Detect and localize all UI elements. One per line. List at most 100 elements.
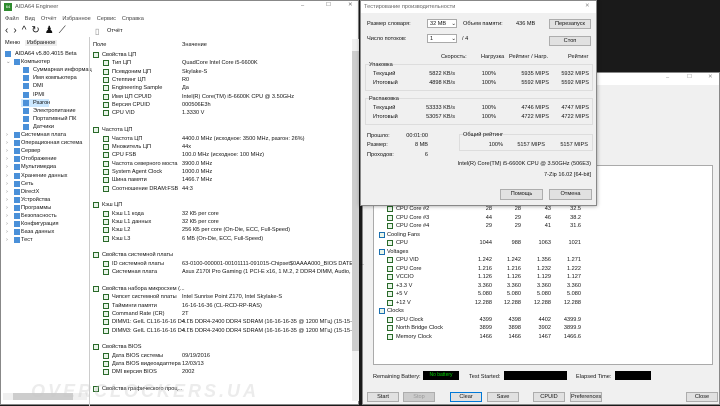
chevron-icon[interactable]: › <box>6 213 8 219</box>
field-name[interactable]: Кэш L1 кода <box>112 211 144 217</box>
chevron-icon[interactable]: › <box>6 189 8 195</box>
report-icon[interactable]: ▯ <box>95 27 99 36</box>
back-icon[interactable]: ‹ <box>5 25 8 36</box>
forward-icon[interactable]: › <box>13 25 16 36</box>
field-name[interactable]: Кэш L1 данных <box>112 219 151 225</box>
chevron-icon[interactable]: › <box>6 237 8 243</box>
field-name[interactable]: System Agent Clock <box>112 169 162 175</box>
menu-item[interactable]: Отчёт <box>41 16 57 22</box>
field-name[interactable]: Степпинг ЦП <box>112 77 146 83</box>
sensor-value: 1.127 <box>567 274 581 280</box>
up-icon[interactable]: ^ <box>22 25 27 36</box>
close-button[interactable]: Close <box>686 392 718 402</box>
sensor-value: 1467 <box>538 333 551 340</box>
cancel-button[interactable]: Отмена <box>549 189 592 200</box>
field-name[interactable]: CPU VID <box>112 110 135 116</box>
start-button[interactable]: Start <box>367 392 399 402</box>
cpuid-button[interactable]: CPUID <box>533 392 565 402</box>
field-name[interactable]: Дата BIOS системы <box>112 353 163 359</box>
chart-icon[interactable]: ⟋ <box>59 25 66 36</box>
menu-item[interactable]: Избранное <box>62 16 90 22</box>
column-header-value[interactable]: Значение <box>182 42 207 48</box>
chevron-icon[interactable]: › <box>6 140 8 146</box>
field-name[interactable]: Системная плата <box>112 269 157 275</box>
version-info: 7-Zip 16.02 [64-bit] <box>544 172 591 178</box>
chevron-icon[interactable]: › <box>6 181 8 187</box>
chevron-icon[interactable]: › <box>6 164 8 170</box>
menu-item[interactable]: Файл <box>5 16 19 22</box>
field-name[interactable]: Множитель ЦП <box>112 144 151 150</box>
save-button[interactable]: Save <box>487 392 519 402</box>
menu-item[interactable]: Сервис <box>97 16 116 22</box>
chevron-icon[interactable]: › <box>6 148 8 154</box>
minimize-icon[interactable]: – <box>666 75 669 81</box>
menu-item[interactable]: Справка <box>122 16 144 22</box>
tree-item[interactable] <box>1 82 89 90</box>
preferences-button[interactable]: Preferences <box>570 392 602 402</box>
tree-item-icon <box>23 99 29 106</box>
field-name[interactable]: Чипсет системной платы <box>112 294 177 300</box>
tree-item[interactable] <box>1 91 89 99</box>
stop-button[interactable]: Стоп <box>549 36 591 46</box>
sensor-name: +3.3 V <box>396 282 413 289</box>
row-value: 5822 KB/s <box>429 71 455 77</box>
tab-menu[interactable]: Меню <box>5 40 20 46</box>
maximize-icon[interactable]: ☐ <box>326 2 331 8</box>
field-name[interactable]: Имя ЦП CPUID <box>112 94 152 100</box>
report-button[interactable]: Отчёт <box>107 28 123 34</box>
close-icon[interactable]: ✕ <box>348 2 353 8</box>
field-name[interactable]: DIMM1: GeIL CL16-16-16 D4... <box>112 319 190 325</box>
field-name[interactable]: Версия CPUID <box>112 102 150 108</box>
field-name[interactable]: Тип ЦП <box>112 60 131 66</box>
sensor-value: 3.360 <box>507 282 521 289</box>
chevron-icon[interactable]: › <box>6 221 8 227</box>
tree-item-icon <box>23 83 29 90</box>
field-name[interactable]: Частота северного моста <box>112 161 177 167</box>
tree-item-icon <box>14 188 20 195</box>
close-icon[interactable]: ✕ <box>708 74 713 80</box>
field-name[interactable]: Кэш L3 <box>112 236 130 242</box>
user-icon[interactable]: ♟ <box>45 25 54 36</box>
field-name[interactable]: Частота ЦП <box>112 136 142 142</box>
field-name[interactable]: DMI версия BIOS <box>112 369 157 375</box>
chevron-icon[interactable]: › <box>6 197 8 203</box>
maximize-icon[interactable]: ☐ <box>687 74 692 80</box>
vertical-scrollbar[interactable] <box>352 39 359 401</box>
minimize-icon[interactable]: – <box>301 3 304 9</box>
threads-select[interactable]: 1 ⌄ <box>427 34 457 43</box>
chevron-icon[interactable]: › <box>6 132 8 138</box>
tree-item-icon <box>14 140 20 147</box>
field-name[interactable]: CPU FSB <box>112 152 136 158</box>
field-name[interactable]: ID системной платы <box>112 261 164 267</box>
chevron-icon[interactable]: › <box>6 173 8 179</box>
help-button[interactable]: Помощь <box>500 189 543 200</box>
sensor-icon <box>387 316 393 323</box>
close-icon[interactable]: ✕ <box>585 3 590 9</box>
tab-favorites[interactable]: Избранное <box>25 40 58 46</box>
field-name[interactable]: Дата BIOS видеоадаптера <box>112 361 181 367</box>
dictionary-size-select[interactable]: 32 MB ⌄ <box>427 19 457 28</box>
field-name[interactable]: Command Rate (CR) <box>112 311 165 317</box>
clear-button[interactable]: Clear <box>450 392 482 402</box>
chevron-icon[interactable]: › <box>6 205 8 211</box>
field-name[interactable]: Шина памяти <box>112 177 147 183</box>
menu-item[interactable]: Вид <box>25 16 35 22</box>
field-name[interactable]: Engineering Sample <box>112 85 162 91</box>
field-name[interactable]: DIMM3: GeIL CL16-16-16 D4... <box>112 328 190 334</box>
chevron-icon[interactable]: › <box>6 229 8 235</box>
stop-button[interactable]: Stop <box>403 392 435 402</box>
field-name[interactable]: Соотношение DRAM:FSB <box>112 186 178 192</box>
column-header-field[interactable]: Поле <box>93 42 106 48</box>
restart-button[interactable]: Перезапуск <box>549 19 591 29</box>
chevron-icon[interactable]: ⌄ <box>6 59 11 65</box>
unpack-title: Распаковка <box>369 96 399 102</box>
field-name[interactable]: Тайминги памяти <box>112 303 157 309</box>
tree-item-label: База данных <box>21 229 55 236</box>
chevron-icon[interactable]: › <box>6 156 8 162</box>
field-name[interactable]: Кэш L2 <box>112 227 130 233</box>
field-name[interactable]: Псевдоним ЦП <box>112 69 151 75</box>
refresh-icon[interactable]: ↻ <box>31 25 39 36</box>
tree-item-label: Отображение <box>21 156 57 163</box>
sensor-value: 12.288 <box>563 299 581 306</box>
sensor-value: 3902 <box>538 325 551 331</box>
